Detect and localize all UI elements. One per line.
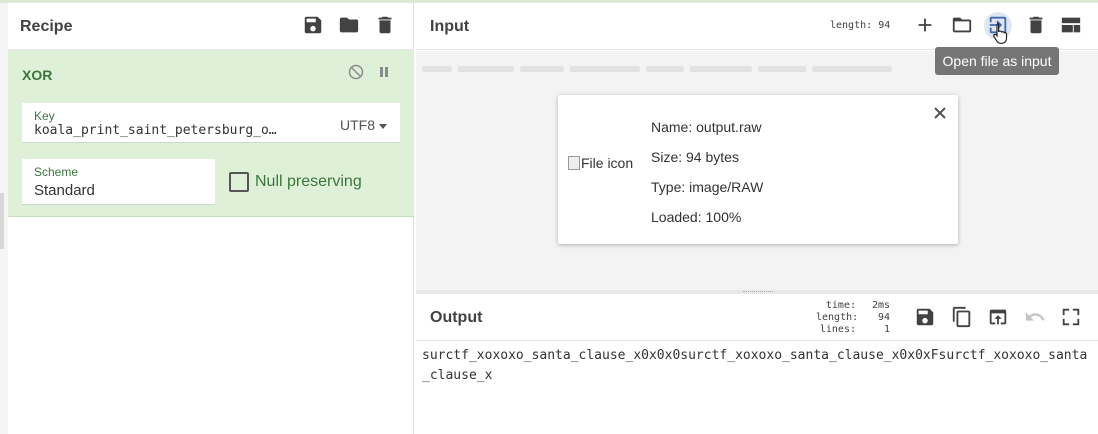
key-input[interactable]: koala_print_saint_petersburg_o… bbox=[34, 123, 314, 138]
null-preserving-checkbox[interactable] bbox=[229, 172, 249, 192]
layout-icon bbox=[1061, 17, 1081, 33]
key-encoding-value: UTF8 bbox=[340, 117, 375, 133]
stat-length: length: 94 bbox=[816, 312, 890, 324]
recipe-pane: Recipe XOR Key koala_print_saint_petersb… bbox=[8, 3, 414, 434]
xor-operation[interactable]: XOR Key koala_print_saint_petersburg_o… … bbox=[8, 50, 414, 217]
copy-output-button[interactable] bbox=[951, 306, 973, 328]
folder-outline-icon bbox=[952, 17, 972, 33]
cyberchef-app: Recipe XOR Key koala_print_saint_petersb… bbox=[0, 0, 1098, 434]
save-recipe-button[interactable] bbox=[302, 14, 324, 36]
file-type: Type: image/RAW bbox=[651, 179, 764, 195]
output-stats: time: 2ms length: 94 lines: 1 bbox=[816, 300, 890, 336]
grip-bar[interactable] bbox=[0, 193, 4, 249]
key-field[interactable]: Key koala_print_saint_petersburg_o… UTF8 bbox=[22, 103, 400, 143]
open-in-icon bbox=[989, 309, 1007, 325]
fullscreen-icon bbox=[1062, 308, 1080, 326]
input-length-label: length: bbox=[830, 20, 873, 31]
output-header: Output time: 2ms length: 94 lines: 1 bbox=[416, 294, 1098, 341]
key-label: Key bbox=[34, 109, 55, 123]
input-length-value: 94 bbox=[878, 20, 891, 31]
undo-button[interactable] bbox=[1024, 306, 1046, 328]
operation-name: XOR bbox=[22, 67, 53, 83]
scheme-field[interactable]: Scheme Standard bbox=[22, 159, 215, 205]
save-icon bbox=[304, 16, 322, 34]
splitter-grip[interactable] bbox=[743, 291, 773, 293]
file-size: Size: 94 bytes bbox=[651, 149, 739, 165]
output-pane: Output time: 2ms length: 94 lines: 1 surc bbox=[416, 294, 1098, 434]
add-input-tab-button[interactable] bbox=[914, 14, 936, 36]
plus-icon bbox=[918, 18, 932, 32]
clear-input-button[interactable] bbox=[1025, 14, 1047, 36]
recipe-title: Recipe bbox=[20, 18, 73, 35]
replace-input-with-output-button[interactable] bbox=[987, 306, 1009, 328]
clear-recipe-button[interactable] bbox=[374, 14, 396, 36]
output-title: Output bbox=[430, 309, 483, 326]
chevron-down-icon bbox=[379, 123, 387, 129]
close-file-button[interactable] bbox=[932, 105, 948, 121]
save-output-button[interactable] bbox=[914, 306, 936, 328]
input-length: length: 94 bbox=[830, 20, 890, 31]
save-icon bbox=[916, 308, 934, 326]
reset-layout-button[interactable] bbox=[1060, 14, 1082, 36]
open-folder-as-input-button[interactable] bbox=[951, 14, 973, 36]
trash-icon bbox=[1029, 16, 1043, 34]
stat-value: 2ms bbox=[871, 300, 890, 311]
stat-key: time: bbox=[825, 300, 856, 311]
output-textarea[interactable]: surctf_xoxoxo_santa_clause_x0x0x0surctf_… bbox=[422, 346, 1094, 386]
null-preserving-label[interactable]: Null preserving bbox=[255, 173, 362, 191]
stat-value: 1 bbox=[883, 324, 890, 335]
input-title: Input bbox=[430, 18, 470, 35]
close-icon bbox=[934, 107, 946, 119]
file-details-card: File icon Name: output.raw Size: 94 byte… bbox=[558, 95, 958, 244]
stat-lines: lines: 1 bbox=[816, 324, 890, 336]
stat-time: time: 2ms bbox=[816, 300, 890, 312]
trash-icon bbox=[378, 16, 392, 34]
load-recipe-button[interactable] bbox=[338, 14, 360, 36]
input-raw-bytes bbox=[422, 59, 902, 72]
stat-value: 94 bbox=[877, 312, 890, 323]
stat-key: length: bbox=[816, 312, 859, 323]
open-file-tooltip: Open file as input bbox=[935, 47, 1059, 75]
scheme-label: Scheme bbox=[34, 165, 79, 179]
file-loaded: Loaded: 100% bbox=[651, 209, 742, 225]
folder-icon bbox=[339, 17, 359, 33]
file-name: Name: output.raw bbox=[651, 119, 762, 135]
stat-key: lines: bbox=[819, 324, 856, 335]
disable-operation-button[interactable] bbox=[348, 64, 364, 80]
key-encoding-dropdown[interactable]: UTF8 bbox=[340, 117, 387, 133]
copy-icon bbox=[952, 306, 971, 328]
recipe-header: Recipe bbox=[8, 3, 413, 50]
left-panel-grip[interactable] bbox=[0, 3, 8, 434]
breakpoint-button[interactable] bbox=[376, 64, 392, 80]
disable-icon bbox=[348, 64, 364, 80]
undo-icon bbox=[1025, 312, 1045, 321]
file-icon-alt-text: File icon bbox=[581, 155, 634, 171]
maximise-output-button[interactable] bbox=[1060, 306, 1082, 328]
cursor-hand-icon bbox=[993, 22, 1008, 44]
pause-icon bbox=[380, 67, 388, 77]
file-icon: File icon bbox=[568, 155, 633, 171]
scheme-select[interactable]: Standard bbox=[34, 182, 95, 199]
broken-image-icon bbox=[568, 156, 580, 170]
